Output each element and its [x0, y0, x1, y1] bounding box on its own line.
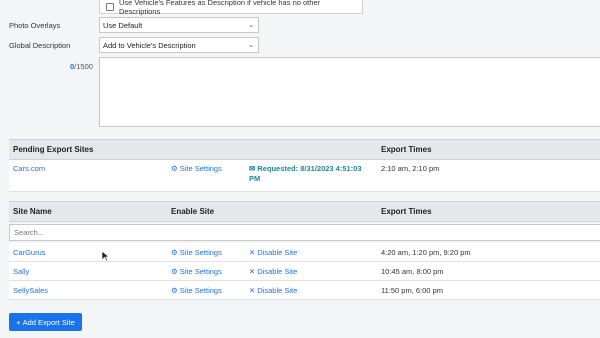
site-settings-link[interactable]: ⚙ Site Settings [171, 248, 222, 257]
features-checkbox-label: Use Vehicle's Features as Description if… [118, 0, 321, 16]
chevron-down-icon: ⌄ [248, 42, 254, 49]
status-line-2: PM [249, 174, 261, 183]
search-input[interactable] [10, 225, 600, 240]
disable-site-label: Disable Site [257, 248, 298, 257]
export-times: 10:45 am, 8:00 pm [381, 267, 444, 276]
export-times: 4:20 am, 1:20 pm, 9:20 pm [381, 248, 471, 257]
export-times-header: Export Times [381, 207, 432, 216]
features-checkbox[interactable] [106, 2, 114, 11]
site-name-link[interactable]: Sally [13, 267, 29, 276]
mouse-pointer-icon [101, 250, 110, 262]
close-icon: ✕ [249, 248, 256, 257]
gear-icon: ⚙ [171, 267, 178, 276]
disable-site-link[interactable]: ✕ Disable Site [249, 248, 297, 257]
close-icon: ✕ [249, 286, 256, 295]
sites-table-header: Site Name Enable Site Export Times [9, 201, 600, 222]
disable-site-label: Disable Site [257, 267, 298, 276]
pending-table-header: Pending Export Sites Export Times [9, 139, 600, 160]
site-name-link[interactable]: SellySales [13, 286, 48, 295]
global-description-label: Global Description [9, 41, 71, 50]
disable-site-link[interactable]: ✕ Disable Site [249, 286, 297, 295]
char-max: /1500 [74, 62, 93, 71]
gear-icon: ⚙ [171, 248, 178, 257]
site-settings-link[interactable]: ⚙ Site Settings [171, 267, 222, 276]
site-settings-label: Site Settings [179, 286, 222, 295]
description-textarea[interactable] [99, 57, 600, 127]
close-icon: ✕ [249, 267, 256, 276]
global-description-value: Add to Vehicle's Description [103, 40, 196, 50]
site-name-link[interactable]: CarGurus [13, 248, 46, 257]
table-row: Sally ⚙ Site Settings ✕ Disable Site 10:45… [9, 262, 600, 281]
global-description-select[interactable]: Add to Vehicle's Description ⌄ [99, 37, 259, 53]
pending-times-header: Export Times [381, 145, 432, 154]
site-settings-link[interactable]: ⚙ Site Settings [171, 164, 222, 173]
envelope-icon: ✉ [249, 164, 256, 173]
plus-icon: + [16, 317, 21, 327]
table-row: Cars.com ⚙ Site Settings ✉ Requested: 8/31… [9, 160, 600, 192]
site-settings-label: Site Settings [179, 164, 222, 173]
gear-icon: ⚙ [171, 286, 178, 295]
add-export-site-button[interactable]: + Add Export Site [9, 313, 82, 331]
disable-site-label: Disable Site [257, 286, 298, 295]
table-row: SellySales ⚙ Site Settings ✕ Disable Site … [9, 281, 600, 300]
site-settings-label: Site Settings [179, 267, 222, 276]
chevron-down-icon: ⌄ [248, 22, 254, 29]
photo-overlays-label: Photo Overlays [9, 21, 61, 30]
pending-status: ✉ Requested: 8/31/2023 4:51:03 PM [249, 164, 362, 184]
photo-overlays-select[interactable]: Use Default ⌄ [99, 17, 259, 33]
features-description-option: Use Vehicle's Features as Description if… [99, 0, 363, 16]
site-settings-label: Site Settings [179, 248, 222, 257]
site-name-header: Site Name [13, 207, 52, 216]
photo-overlays-value: Use Default [103, 20, 143, 30]
site-settings-link[interactable]: ⚙ Site Settings [171, 286, 222, 295]
gear-icon: ⚙ [171, 164, 178, 173]
add-export-site-label: Add Export Site [22, 317, 75, 327]
export-times: 2:10 am, 2:10 pm [381, 164, 440, 173]
pending-site-header: Pending Export Sites [13, 145, 94, 154]
disable-site-link[interactable]: ✕ Disable Site [249, 267, 297, 276]
description-char-counter: 0/1500 [70, 62, 93, 71]
status-line-1: Requested: 8/31/2023 4:51:03 [257, 164, 362, 173]
site-name-link[interactable]: Cars.com [13, 164, 45, 173]
table-row: CarGurus ⚙ Site Settings ✕ Disable Site 4:… [9, 243, 600, 262]
sites-search[interactable] [9, 224, 600, 241]
enable-site-header: Enable Site [171, 207, 215, 216]
export-times: 11:50 pm, 6:00 pm [381, 286, 443, 295]
